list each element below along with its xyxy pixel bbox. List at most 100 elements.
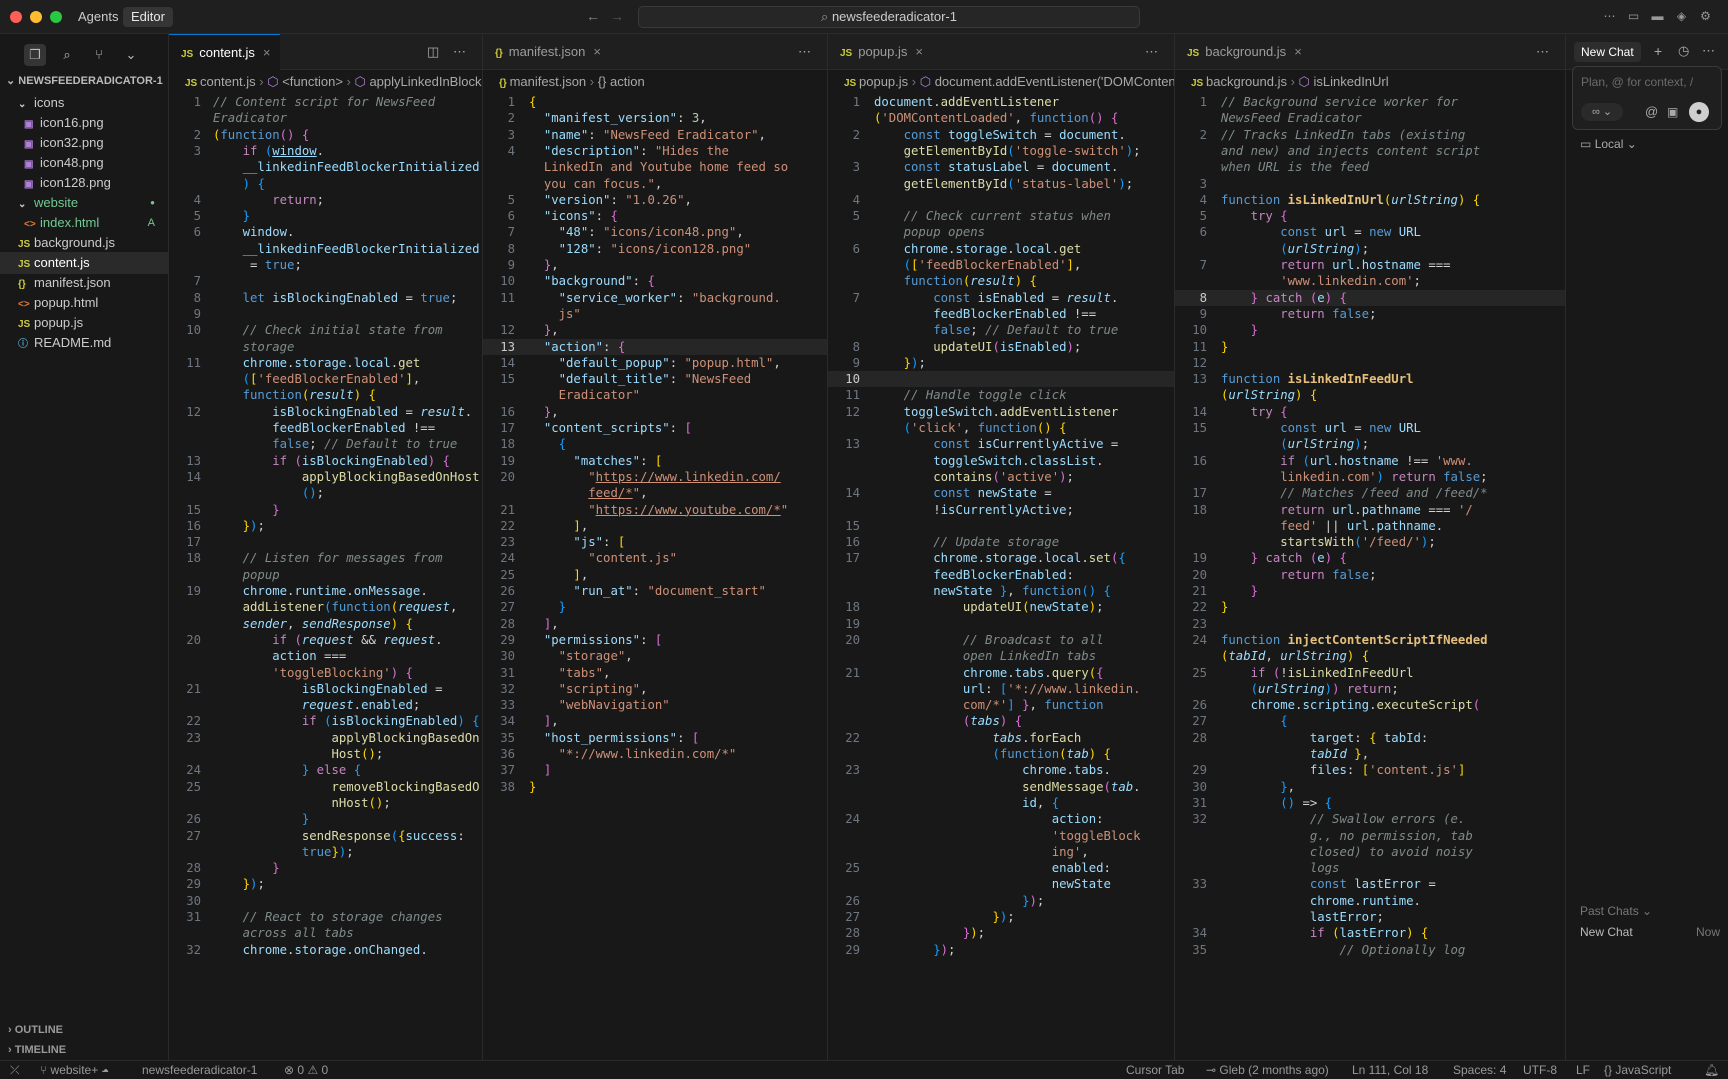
line-number: 15 [1192, 421, 1207, 435]
file-tree-item[interactable]: {} manifest.json [0, 272, 169, 294]
editor-tab[interactable]: JS content.js × [169, 34, 281, 70]
code-text: and new) and injects content script [1221, 143, 1481, 158]
file-tree-item[interactable]: JS popup.js [0, 312, 169, 334]
split-editor-icon[interactable]: ◫ [427, 45, 439, 59]
toggle-sidebar-icon[interactable]: ▭ [1626, 9, 1641, 24]
chat-input-box[interactable]: Plan, @ for context, / ∞ ⌄ @ ▣ ● [1572, 66, 1722, 130]
file-tree-item[interactable]: ▣ icon32.png [0, 132, 169, 154]
more-icon[interactable]: ⋯ [1702, 43, 1715, 59]
branch-indicator[interactable]: ⑂ website+ ☁ [40, 1061, 109, 1079]
outline-section[interactable]: › OUTLINE [0, 1019, 169, 1041]
line-number: 23 [500, 535, 515, 550]
settings-gear-icon[interactable]: ⚙ [1698, 9, 1713, 24]
file-tree-item[interactable]: ▣ icon128.png [0, 172, 169, 194]
git-blame-status[interactable]: ⊸ Gleb (2 months ago) [1206, 1061, 1329, 1079]
editor-tab[interactable]: JS popup.js × [828, 34, 933, 70]
past-chat-item[interactable]: New Chat Now [1580, 925, 1720, 939]
history-icon[interactable]: ◷ [1678, 43, 1689, 59]
file-tree-item[interactable]: <> popup.html [0, 292, 169, 314]
indentation-status[interactable]: Spaces: 4 [1453, 1061, 1506, 1079]
image-icon[interactable]: ▣ [1667, 103, 1678, 121]
more-icon[interactable]: ⋯ [1602, 9, 1617, 24]
breadcrumb-item[interactable]: popup.js [859, 74, 908, 89]
code-line: 9 return false; [1175, 306, 1565, 322]
maximize-window-button[interactable] [50, 11, 62, 23]
breadcrumb-item[interactable]: content.js [200, 74, 256, 89]
chevron-down-icon[interactable]: ⌄ [120, 44, 142, 66]
code-line: 'www.linkedin.com'; [1175, 273, 1565, 289]
more-actions-icon[interactable]: ⋯ [453, 45, 466, 59]
explorer-root[interactable]: ⌄ NEWSFEEDERADICATOR-1 [0, 70, 169, 92]
past-chats-header[interactable]: Past Chats ⌄ [1580, 904, 1652, 918]
code-area[interactable]: 1 document.addEventListener ('DOMContentLo… [828, 94, 1174, 1060]
search-icon[interactable]: ⌕ [56, 44, 78, 66]
close-icon[interactable]: × [263, 45, 271, 60]
problems-indicator[interactable]: ⊗ 0 ⚠ 0 [284, 1061, 328, 1079]
back-arrow-icon[interactable]: ← [585, 8, 601, 24]
editor-tab[interactable]: JS background.js × [1175, 34, 1312, 70]
command-search-bar[interactable]: ⌕ newsfeederadicator-1 [638, 6, 1140, 28]
code-area[interactable]: 1{2 "manifest_version": 3, 3 "name": "New… [483, 94, 827, 1060]
line-number: 10 [500, 274, 515, 289]
code-text: chrome.runtime.onMessage. [242, 584, 428, 598]
remote-icon[interactable]: ⤫ [10, 1061, 20, 1079]
breadcrumb-item[interactable]: manifest.json [510, 74, 587, 89]
breadcrumb-item[interactable]: background.js [1206, 74, 1287, 89]
file-tree-item[interactable]: ⌄ icons [0, 92, 169, 114]
code-text: (urlString); [1280, 241, 1370, 256]
extensions-icon[interactable]: ◈ [1674, 9, 1689, 24]
breadcrumb-item[interactable]: applyLinkedInBlock [369, 74, 481, 89]
close-icon[interactable]: × [593, 44, 601, 59]
new-chat-tab[interactable]: New Chat [1574, 42, 1641, 62]
line-number: 34 [500, 714, 515, 729]
microphone-icon[interactable]: ● [1689, 102, 1709, 122]
eol-status[interactable]: LF [1576, 1061, 1590, 1079]
close-window-button[interactable] [10, 11, 22, 23]
plus-icon[interactable]: + [1654, 43, 1662, 59]
location-selector[interactable]: ▭ Local ⌄ [1580, 136, 1637, 152]
breadcrumb-item[interactable]: isLinkedInUrl [1314, 74, 1389, 89]
workspace-label[interactable]: newsfeederadicator-1 [142, 1061, 257, 1079]
file-tree-item[interactable]: ⌄ website ● [0, 192, 169, 214]
notifications-bell-icon[interactable]: 🔔︎ [1704, 1061, 1719, 1079]
forward-arrow-icon[interactable]: → [609, 8, 625, 24]
source-control-icon[interactable]: ⑂ [88, 44, 110, 66]
agents-mode-button[interactable]: Agents [70, 7, 126, 27]
timeline-section[interactable]: › TIMELINE [0, 1039, 169, 1061]
search-label: newsfeederadicator-1 [831, 9, 957, 24]
line-number: 28 [186, 861, 201, 876]
more-actions-icon[interactable]: ⋯ [1536, 45, 1549, 59]
mention-icon[interactable]: @ [1645, 103, 1658, 121]
code-line: request.enabled; [169, 697, 482, 713]
toggle-panel-icon[interactable]: ▬ [1650, 9, 1665, 24]
file-tree-item[interactable]: JS content.js [0, 252, 169, 274]
cursor-position[interactable]: Ln 111, Col 18 [1352, 1061, 1428, 1079]
agent-mode-selector[interactable]: ∞ ⌄ [1581, 103, 1623, 121]
close-icon[interactable]: × [1294, 44, 1302, 59]
more-actions-icon[interactable]: ⋯ [1145, 45, 1158, 59]
minimize-window-button[interactable] [30, 11, 42, 23]
cursor-tab-status[interactable]: Cursor Tab [1126, 1061, 1184, 1079]
code-area[interactable]: 1 // Background service worker for NewsFee… [1175, 94, 1565, 1060]
past-chats-label: Past Chats [1580, 904, 1639, 918]
breadcrumb-item[interactable]: {} action [598, 74, 645, 89]
encoding-status[interactable]: UTF-8 [1523, 1061, 1557, 1079]
breadcrumb-item[interactable]: <function> [282, 74, 343, 89]
file-tree-item[interactable]: <> index.html A [0, 212, 169, 234]
editor-tab[interactable]: {} manifest.json × [483, 34, 611, 70]
file-tree-label: content.js [34, 255, 90, 270]
editor-mode-button[interactable]: Editor [123, 7, 173, 27]
code-area[interactable]: 1 // Content script for NewsFeed Eradicato… [169, 94, 482, 1060]
close-icon[interactable]: × [915, 44, 923, 59]
breadcrumb-item[interactable]: document.addEventListener('DOMContentLoa… [935, 74, 1174, 89]
file-tree-item[interactable]: JS background.js [0, 232, 169, 254]
language-mode[interactable]: {} JavaScript [1604, 1061, 1671, 1079]
more-actions-icon[interactable]: ⋯ [798, 45, 811, 59]
code-text: tabs.forEach [992, 730, 1082, 745]
code-line: 38} [483, 779, 827, 795]
tab-label: background.js [1205, 44, 1287, 59]
file-tree-item[interactable]: ▣ icon16.png [0, 112, 169, 134]
file-tree-item[interactable]: ▣ icon48.png [0, 152, 169, 174]
files-icon[interactable]: ❐ [24, 44, 46, 66]
file-tree-item[interactable]: ⓘ README.md [0, 332, 169, 354]
